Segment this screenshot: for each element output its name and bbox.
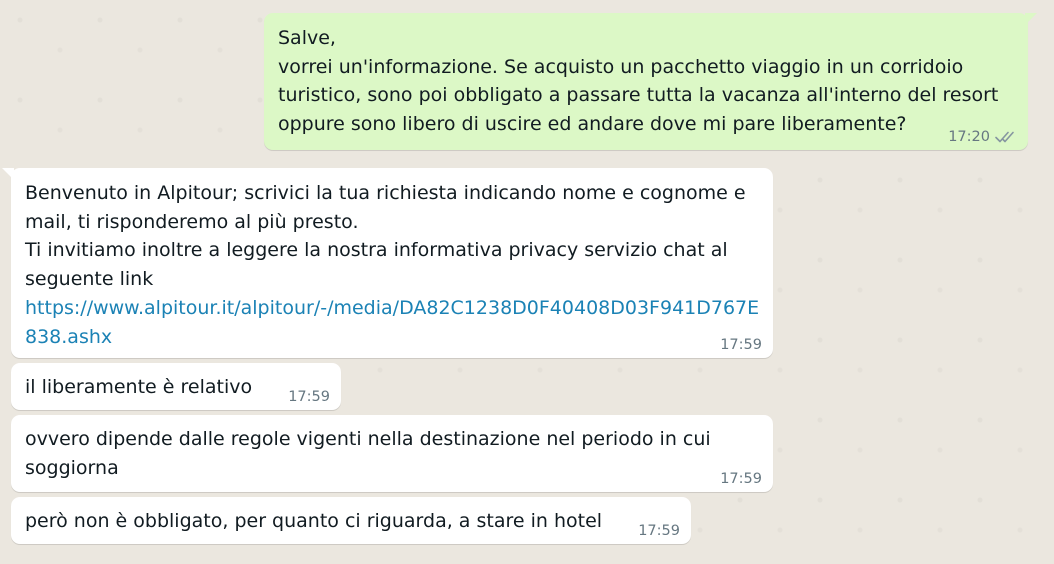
message-line: Salve, bbox=[278, 27, 336, 49]
incoming-message[interactable]: il liberamente è relativo 17:59 bbox=[11, 363, 341, 410]
message-line: ovvero dipende dalle regole vigenti nell… bbox=[25, 428, 711, 450]
message-line: seguente link bbox=[25, 268, 154, 291]
bubble-tail bbox=[2, 168, 14, 180]
message-line: mail, ti risponderemo al più presto. bbox=[25, 210, 359, 233]
incoming-message[interactable]: però non è obbligato, per quanto ci rigu… bbox=[11, 497, 691, 544]
message-time: 17:59 bbox=[720, 337, 762, 353]
message-line: il liberamente è relativo bbox=[25, 376, 253, 398]
bubble-tail bbox=[1025, 13, 1037, 25]
message-line: però non è obbligato, per quanto ci rigu… bbox=[25, 510, 603, 532]
message-line: Benvenuto in Alpitour; scrivici la tua r… bbox=[25, 182, 746, 204]
privacy-link[interactable]: https://www.alpitour.it/alpitour/-/media… bbox=[25, 294, 760, 323]
message-meta: 17:59 bbox=[720, 471, 762, 487]
outgoing-message[interactable]: Salve, vorrei un'informazione. Se acquis… bbox=[264, 13, 1037, 150]
message-meta: 17:59 bbox=[288, 389, 330, 405]
message-line: vorrei un'informazione. Se acquisto un p… bbox=[278, 55, 964, 78]
message-time: 17:20 bbox=[948, 129, 990, 145]
message-meta: 17:59 bbox=[638, 523, 680, 539]
message-time: 17:59 bbox=[638, 523, 680, 539]
double-check-icon bbox=[995, 130, 1017, 144]
message-time: 17:59 bbox=[288, 389, 330, 405]
message-line: Ti invitiamo inoltre a leggere la nostra… bbox=[25, 239, 728, 262]
incoming-message[interactable]: Benvenuto in Alpitour; scrivici la tua r… bbox=[2, 168, 773, 358]
privacy-link-continued[interactable]: 838.ashx bbox=[25, 323, 760, 352]
message-line: turistico, sono poi obbligato a passare … bbox=[278, 84, 999, 107]
message-time: 17:59 bbox=[720, 471, 762, 487]
incoming-message[interactable]: ovvero dipende dalle regole vigenti nell… bbox=[11, 415, 773, 492]
message-meta: 17:59 bbox=[720, 337, 762, 353]
message-line: soggiorna bbox=[25, 456, 119, 479]
message-meta: 17:20 bbox=[948, 129, 1017, 145]
message-line: oppure sono libero di uscire ed andare d… bbox=[278, 113, 907, 136]
